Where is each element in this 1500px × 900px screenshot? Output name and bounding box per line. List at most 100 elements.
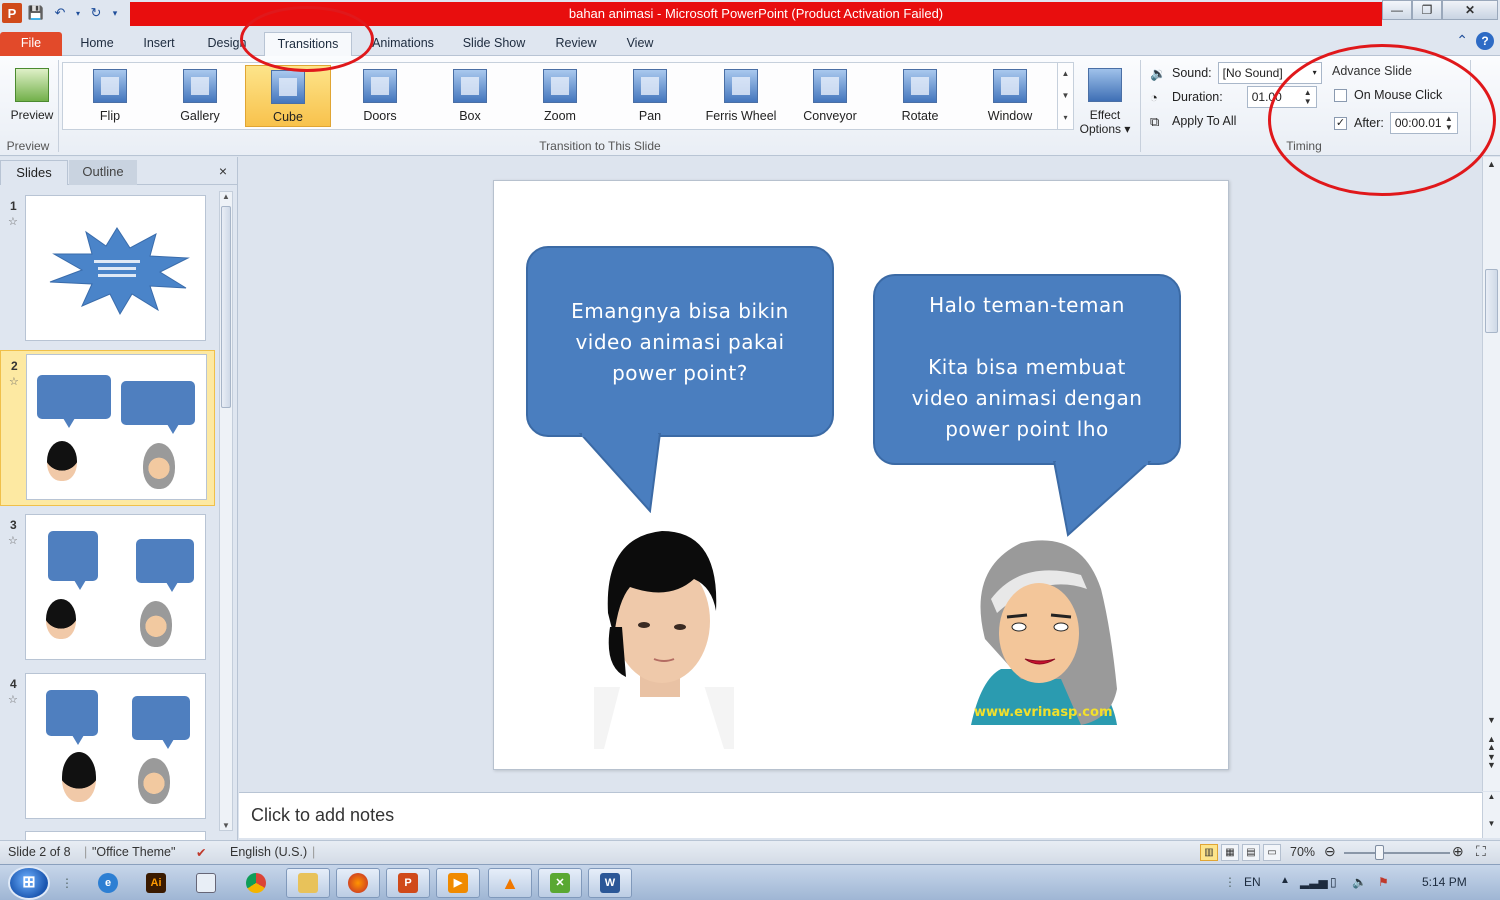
slide-number: 1 xyxy=(10,199,17,213)
customize-toolbar-icon[interactable]: ▾ xyxy=(110,3,120,23)
transition-zoom[interactable]: Zoom xyxy=(517,65,603,127)
redo-icon[interactable]: ↻ xyxy=(86,3,106,23)
close-button[interactable]: ✕ xyxy=(1442,0,1498,20)
volume-icon[interactable]: 🔈 xyxy=(1352,875,1367,889)
tab-slides[interactable]: Slides xyxy=(0,160,68,185)
current-slide[interactable]: Emangnya bisa bikin video animasi pakai … xyxy=(493,180,1229,770)
minimize-button[interactable]: — xyxy=(1382,0,1412,20)
start-button[interactable]: ⊞ xyxy=(8,866,50,900)
transition-conveyor[interactable]: Conveyor xyxy=(787,65,873,127)
gallery-scroll-down-icon[interactable]: ▼ xyxy=(1058,85,1073,107)
slide-thumbnail-row[interactable]: 3 ☆ xyxy=(0,510,215,666)
chrome-icon[interactable] xyxy=(234,868,278,898)
undo-icon[interactable]: ↶ xyxy=(50,3,70,23)
slide-thumbnail-1[interactable] xyxy=(25,195,206,341)
transition-doors[interactable]: Doors xyxy=(337,65,423,127)
transition-cube[interactable]: Cube xyxy=(245,65,331,127)
next-slide-icon[interactable]: ▼ ▼ xyxy=(1483,753,1500,770)
restore-button[interactable]: ❐ xyxy=(1412,0,1442,20)
show-hidden-icons[interactable]: ▲ xyxy=(1280,875,1290,886)
tab-animations[interactable]: Animations xyxy=(362,32,444,56)
speech-bubble-right[interactable]: Halo teman-teman Kita bisa membuat video… xyxy=(873,274,1181,465)
scroll-down-icon[interactable]: ▼ xyxy=(1483,715,1500,725)
illustrator-icon[interactable]: Ai xyxy=(134,868,178,898)
window-app-icon[interactable] xyxy=(184,868,228,898)
scroll-down-icon[interactable]: ▼ xyxy=(1483,819,1500,828)
effect-options-button[interactable]: Effect Options ▾ xyxy=(1074,64,1136,136)
battery-icon[interactable]: ▯ xyxy=(1330,875,1337,889)
close-pane-icon[interactable]: × xyxy=(219,163,227,179)
slide-thumbnail-4[interactable] xyxy=(25,673,206,819)
tab-slide-show[interactable]: Slide Show xyxy=(454,32,534,56)
gallery-scroll-up-icon[interactable]: ▲ xyxy=(1058,63,1073,85)
file-explorer-icon[interactable] xyxy=(286,868,330,898)
preview-button[interactable]: Preview xyxy=(0,64,64,128)
gallery-more-icon[interactable]: ▾ xyxy=(1058,107,1073,129)
zoom-slider-knob[interactable] xyxy=(1375,845,1384,860)
help-icon[interactable]: ? xyxy=(1476,32,1494,50)
transition-flip[interactable]: Flip xyxy=(67,65,153,127)
slide-vertical-scrollbar[interactable]: ▲ ▼ ▲ ▲ ▼ ▼ xyxy=(1482,157,1500,791)
transition-window[interactable]: Window xyxy=(967,65,1053,127)
scrollbar-thumb[interactable] xyxy=(1485,269,1498,333)
slide-thumbnail-row-partial[interactable] xyxy=(0,827,215,840)
slides-pane-scrollbar[interactable]: ▲ ▼ xyxy=(219,191,233,831)
zoom-out-icon[interactable]: ⊖ xyxy=(1324,843,1336,860)
vlc-icon[interactable]: ▲ xyxy=(488,868,532,898)
notes-pane[interactable]: Click to add notes xyxy=(239,792,1482,838)
starburst-shape xyxy=(49,227,190,316)
powerpoint-app-icon[interactable]: P xyxy=(2,3,22,23)
tab-view[interactable]: View xyxy=(614,32,666,56)
transition-gallery-item[interactable]: Gallery xyxy=(157,65,243,127)
tab-outline[interactable]: Outline xyxy=(69,160,137,185)
speech-bubble-left[interactable]: Emangnya bisa bikin video animasi pakai … xyxy=(526,246,834,437)
slide-thumbnail-row[interactable]: 1 ☆ xyxy=(0,191,215,347)
tab-file[interactable]: File xyxy=(0,32,62,56)
tab-review[interactable]: Review xyxy=(546,32,606,56)
transition-box[interactable]: Box xyxy=(427,65,513,127)
reading-view-icon[interactable]: ▤ xyxy=(1242,844,1260,861)
minimize-ribbon-icon[interactable]: ⌃ xyxy=(1456,32,1468,50)
undo-dropdown-icon[interactable]: ▾ xyxy=(74,3,82,23)
action-center-icon[interactable]: ⚑ xyxy=(1378,875,1389,889)
transition-pan[interactable]: Pan xyxy=(607,65,693,127)
tab-home[interactable]: Home xyxy=(66,32,128,56)
previous-slide-icon[interactable]: ▲ ▲ xyxy=(1483,735,1500,752)
zoom-level[interactable]: 70% xyxy=(1290,845,1315,859)
fit-to-window-icon[interactable]: ⛶ xyxy=(1476,843,1486,860)
slide-thumbnail-row[interactable]: 4 ☆ xyxy=(0,669,215,825)
slide-show-icon[interactable]: ▭ xyxy=(1263,844,1281,861)
clock[interactable]: 5:14 PM xyxy=(1422,875,1467,889)
tray-language[interactable]: EN xyxy=(1244,875,1261,889)
language-status[interactable]: English (U.S.) xyxy=(230,845,307,859)
transition-rotate[interactable]: Rotate xyxy=(877,65,963,127)
slide-thumbnail-2[interactable] xyxy=(26,354,207,500)
zoom-in-icon[interactable]: ⊕ xyxy=(1452,843,1464,860)
scroll-up-icon[interactable]: ▲ xyxy=(1483,159,1500,169)
transition-ferris-wheel[interactable]: Ferris Wheel xyxy=(697,65,785,127)
green-app-icon[interactable]: ✕ xyxy=(538,868,582,898)
zoom-slider[interactable] xyxy=(1344,852,1450,854)
slide-thumbnail-3[interactable] xyxy=(25,514,206,660)
word-icon[interactable]: W xyxy=(588,868,632,898)
scrollbar-thumb[interactable] xyxy=(221,206,231,408)
powerpoint-taskbar-icon[interactable]: P xyxy=(386,868,430,898)
scroll-down-icon[interactable]: ▼ xyxy=(220,821,232,830)
internet-explorer-icon[interactable]: e xyxy=(86,868,130,898)
notes-scrollbar[interactable]: ▲ ▼ xyxy=(1482,792,1500,838)
scroll-up-icon[interactable]: ▲ xyxy=(1483,792,1500,801)
slide-sorter-icon[interactable]: ▦ xyxy=(1221,844,1239,861)
slide-thumbnail-row-selected[interactable]: 2 ☆ xyxy=(0,350,215,506)
slide-thumbnail-5[interactable] xyxy=(25,831,206,840)
scroll-up-icon[interactable]: ▲ xyxy=(220,192,232,201)
apply-to-all-button[interactable]: ⧉ Apply To All xyxy=(1150,114,1236,129)
normal-view-icon[interactable]: ▥ xyxy=(1200,844,1218,861)
firefox-icon[interactable] xyxy=(336,868,380,898)
theme-name[interactable]: "Office Theme" xyxy=(92,845,175,859)
network-icon[interactable]: ▂▃▅ xyxy=(1300,875,1328,889)
tab-insert[interactable]: Insert xyxy=(128,32,190,56)
spelling-check-icon[interactable]: ✔ xyxy=(196,845,206,860)
girl-illustration xyxy=(971,540,1117,725)
media-player-icon[interactable]: ▶ xyxy=(436,868,480,898)
save-icon[interactable]: 💾 xyxy=(26,3,46,23)
